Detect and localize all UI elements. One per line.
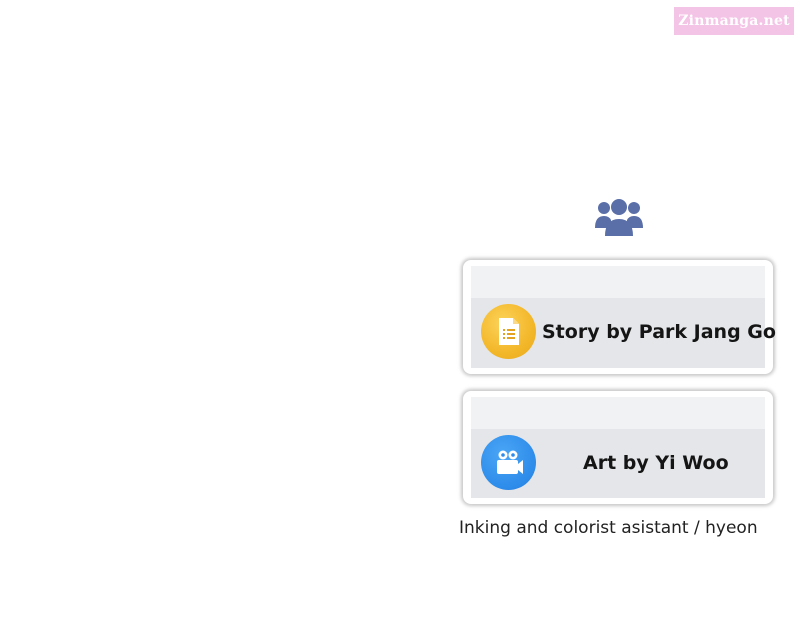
story-credit-card: Story by Park Jang Go [463, 260, 776, 374]
art-credit-card: Art by Yi Woo [463, 391, 773, 504]
users-group-icon [594, 194, 644, 238]
page: Zinmanga.net Story by Park Jang Go Art b… [0, 0, 800, 634]
watermark: Zinmanga.net [674, 7, 794, 35]
art-credit-label: Art by Yi Woo [583, 452, 729, 474]
video-camera-icon [481, 435, 536, 490]
story-credit-label: Story by Park Jang Go [542, 321, 776, 343]
assistant-credit-caption: Inking and colorist asistant / hyeon [459, 518, 758, 538]
document-icon [481, 304, 536, 359]
